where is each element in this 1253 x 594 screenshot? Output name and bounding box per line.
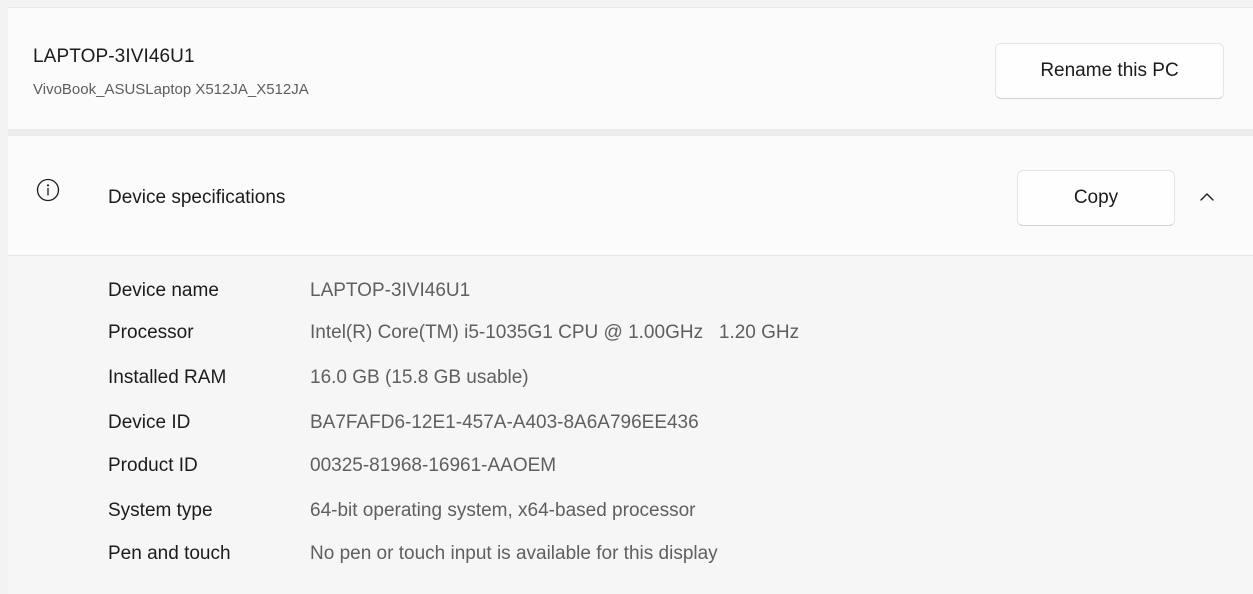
spec-value[interactable]: 64-bit operating system, x64-based proce… [310, 500, 695, 522]
spec-value[interactable]: Intel(R) Core(TM) i5-1035G1 CPU @ 1.00GH… [310, 322, 799, 344]
spec-label: Installed RAM [108, 367, 227, 388]
spec-label: Device ID [108, 412, 191, 433]
collapse-button[interactable] [1189, 180, 1225, 216]
device-specifications-title: Device specifications [108, 187, 286, 208]
rename-pc-button[interactable]: Rename this PC [995, 43, 1224, 99]
spec-label: Pen and touch [108, 543, 231, 564]
spec-row-processor: Processor Intel(R) Core(TM) i5-1035G1 CP… [8, 322, 1253, 352]
section-divider [8, 129, 1253, 136]
device-card: LAPTOP-3IVI46U1 VivoBook_ASUSLaptop X512… [8, 7, 1253, 129]
spec-value[interactable]: 16.0 GB (15.8 GB usable) [310, 367, 529, 389]
spec-value[interactable]: No pen or touch input is available for t… [310, 543, 718, 565]
chevron-up-icon [1199, 189, 1215, 207]
spec-row-installed-ram: Installed RAM 16.0 GB (15.8 GB usable) [8, 367, 1253, 397]
spec-label: Processor [108, 322, 194, 343]
spec-row-device-name: Device name LAPTOP-3IVI46U1 [8, 280, 1253, 310]
spec-label: Device name [108, 280, 219, 301]
spec-row-product-id: Product ID 00325-81968-16961-AAOEM [8, 455, 1253, 485]
info-icon [36, 178, 60, 202]
device-specifications-header[interactable]: Device specifications Copy [8, 136, 1253, 256]
device-specifications-list: Device name LAPTOP-3IVI46U1 Processor In… [8, 256, 1253, 594]
spec-row-device-id: Device ID BA7FAFD6-12E1-457A-A403-8A6A79… [8, 412, 1253, 442]
spec-row-system-type: System type 64-bit operating system, x64… [8, 500, 1253, 530]
system-about-page: LAPTOP-3IVI46U1 VivoBook_ASUSLaptop X512… [0, 0, 1253, 594]
spec-label: System type [108, 500, 213, 521]
device-name-title: LAPTOP-3IVI46U1 [33, 46, 195, 67]
copy-button[interactable]: Copy [1017, 170, 1175, 226]
spec-value[interactable]: 00325-81968-16961-AAOEM [310, 455, 556, 477]
device-model: VivoBook_ASUSLaptop X512JA_X512JA [33, 81, 309, 98]
spec-label: Product ID [108, 455, 198, 476]
spec-value[interactable]: LAPTOP-3IVI46U1 [310, 280, 470, 302]
spec-row-pen-and-touch: Pen and touch No pen or touch input is a… [8, 543, 1253, 573]
spec-value[interactable]: BA7FAFD6-12E1-457A-A403-8A6A796EE436 [310, 412, 699, 434]
